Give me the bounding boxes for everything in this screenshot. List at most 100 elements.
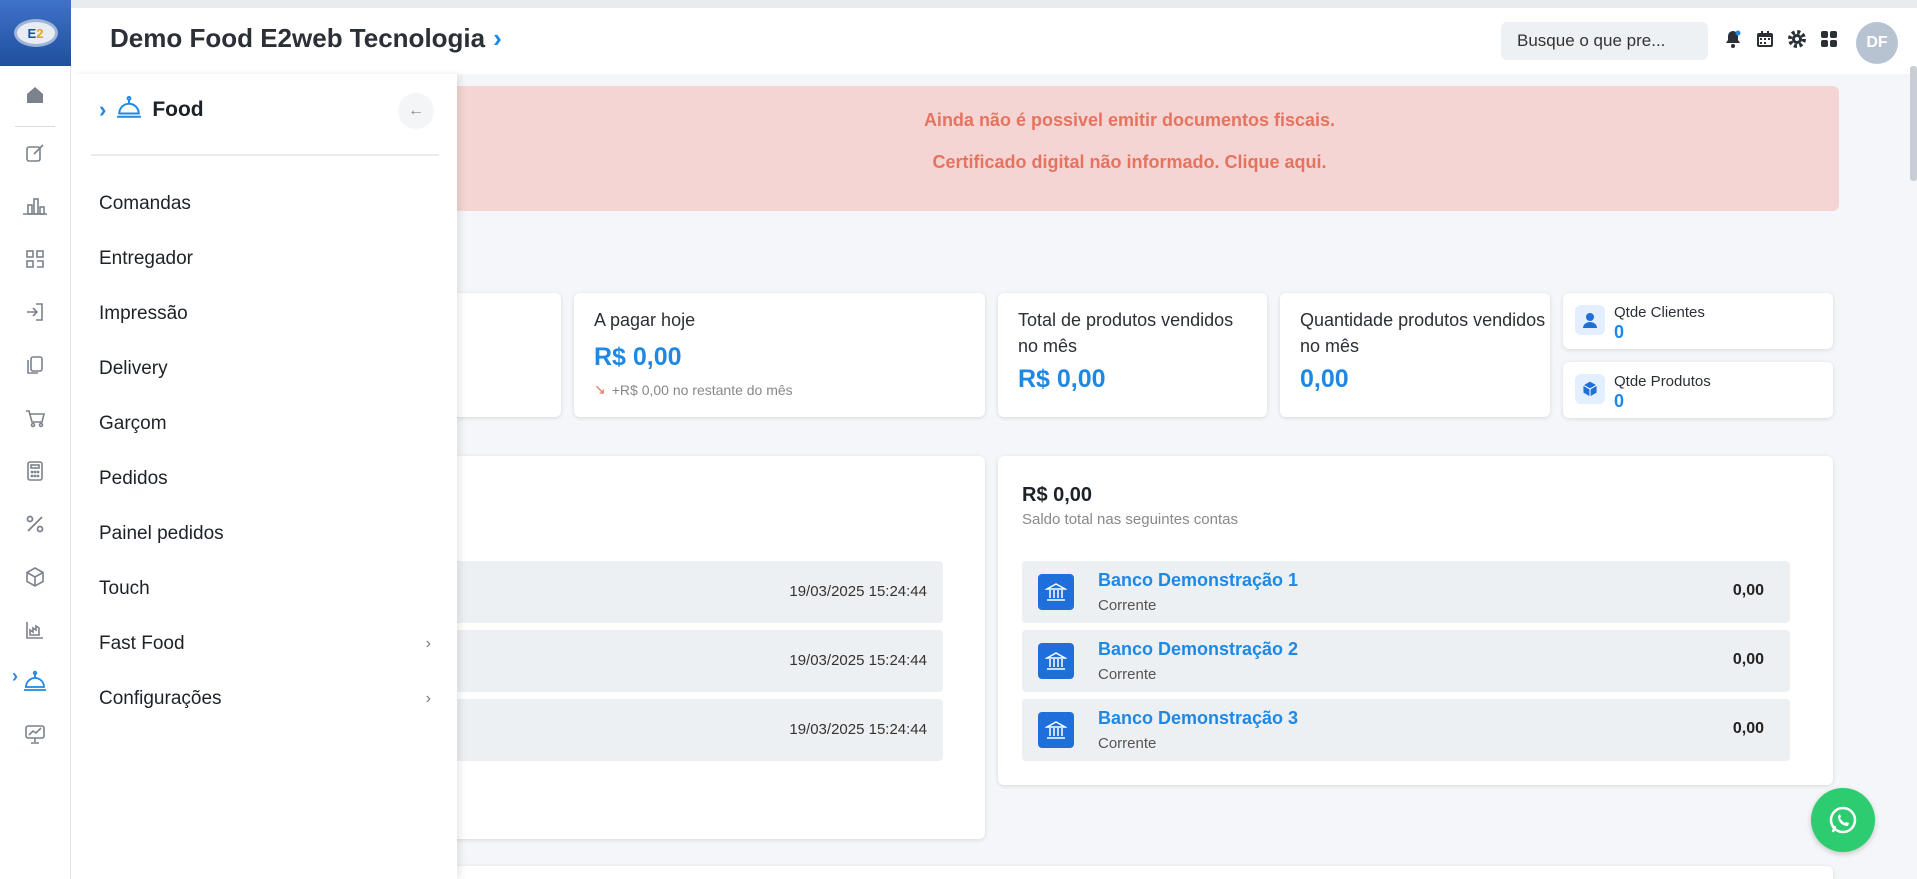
documents-icon[interactable]: [20, 350, 50, 380]
chevron-right-icon: ›: [425, 689, 431, 707]
accounts-card: R$ 0,00 Saldo total nas seguintes contas…: [998, 456, 1833, 785]
apps-grid-icon[interactable]: [1818, 28, 1839, 49]
alert-link[interactable]: Certificado digital não informado. Cliqu…: [420, 152, 1839, 173]
factory-chart-icon[interactable]: [20, 615, 50, 645]
menu-item-label: Fast Food: [99, 632, 185, 654]
header-actions: [1722, 28, 1839, 49]
menu-item-label: Garçom: [99, 412, 167, 434]
stat-card-clientes: Qtde Clientes 0: [1563, 293, 1833, 349]
calendar-icon[interactable]: [1754, 28, 1775, 49]
bank-balance: 0,00: [1732, 582, 1764, 599]
box-icon[interactable]: [20, 562, 50, 592]
menu-item-delivery[interactable]: Delivery: [99, 341, 439, 396]
login-icon[interactable]: [20, 297, 50, 327]
bar-chart-icon[interactable]: [20, 191, 50, 221]
list-item-date: 19/03/2025 15:24:44: [789, 721, 927, 738]
food-menu-panel: › Food ← Comandas Entregador Impressão D…: [71, 74, 457, 879]
chevron-right-icon: ›: [493, 23, 502, 53]
company-title[interactable]: Demo Food E2web Tecnologia ›: [110, 23, 502, 54]
whatsapp-button[interactable]: [1811, 788, 1875, 852]
presentation-chart-icon[interactable]: [20, 719, 50, 749]
whatsapp-icon: [1829, 806, 1857, 834]
stat-card-produtos: Qtde Produtos 0: [1563, 362, 1833, 418]
bank-name[interactable]: Banco Demonstração 1: [1098, 570, 1298, 591]
list-item[interactable]: ão 19/03/2025 15:24:44: [420, 561, 943, 623]
percent-icon[interactable]: [20, 509, 50, 539]
search-input[interactable]: [1501, 22, 1708, 60]
bottom-card-partial: [420, 866, 1833, 879]
panel-menu: Comandas Entregador Impressão Delivery G…: [99, 176, 439, 726]
scrollbar[interactable]: [1910, 66, 1917, 181]
bank-icon: [1038, 712, 1074, 748]
avatar[interactable]: DF: [1856, 22, 1898, 64]
box-icon: [1575, 374, 1605, 404]
stat-title: Qtde Produtos: [1614, 373, 1711, 390]
stat-card-pagar-hoje: A pagar hoje R$ 0,00 ↘ +R$ 0,00 no resta…: [574, 293, 985, 417]
stat-title: Qtde Clientes: [1614, 304, 1705, 321]
bank-row[interactable]: Banco Demonstração 1 Corrente 0,00: [1022, 561, 1790, 623]
stat-value: 0: [1614, 322, 1625, 342]
menu-item-pedidos[interactable]: Pedidos: [99, 451, 439, 506]
menu-item-label: Pedidos: [99, 467, 168, 489]
stat-sub: ↘ +R$ 0,00 no restante do mês: [594, 381, 793, 398]
chevron-right-icon: ›: [99, 97, 107, 122]
bank-balance: 0,00: [1732, 720, 1764, 737]
stat-value: R$ 0,00: [594, 343, 682, 371]
list-item-date: 19/03/2025 15:24:44: [789, 652, 927, 669]
menu-item-comandas[interactable]: Comandas: [99, 176, 439, 231]
panel-title: Food: [152, 98, 204, 121]
gear-icon[interactable]: [1786, 28, 1807, 49]
accounts-total: R$ 0,00: [1022, 484, 1093, 506]
user-icon: [1575, 305, 1605, 335]
menu-item-fast-food[interactable]: Fast Food ›: [99, 616, 439, 671]
accounts-subtitle: Saldo total nas seguintes contas: [1022, 511, 1238, 528]
stat-sub-text: +R$ 0,00 no restante do mês: [611, 381, 793, 398]
trend-down-icon: ↘: [594, 381, 606, 397]
bank-row[interactable]: Banco Demonstração 2 Corrente 0,00: [1022, 630, 1790, 692]
menu-item-garcom[interactable]: Garçom: [99, 396, 439, 451]
menu-item-label: Impressão: [99, 302, 188, 324]
stat-card-total-vendidos: Total de produtos vendidos no mês R$ 0,0…: [998, 293, 1267, 417]
menu-item-label: Entregador: [99, 247, 194, 269]
home-icon[interactable]: [20, 80, 50, 110]
food-bell-icon[interactable]: [20, 666, 50, 696]
cart-icon[interactable]: [20, 403, 50, 433]
collapse-panel-button[interactable]: ←: [398, 93, 434, 129]
menu-item-entregador[interactable]: Entregador: [99, 231, 439, 286]
menu-item-touch[interactable]: Touch: [99, 561, 439, 616]
stat-value: 0: [1614, 391, 1625, 411]
bell-icon[interactable]: [1722, 28, 1743, 49]
panel-divider: [91, 154, 439, 156]
rail-divider: [15, 126, 55, 127]
chevron-right-icon: ›: [425, 634, 431, 652]
list-item-date: 19/03/2025 15:24:44: [789, 583, 927, 600]
stat-value: 0,00: [1300, 365, 1349, 393]
menu-item-painel-pedidos[interactable]: Painel pedidos: [99, 506, 439, 561]
alert-message: Ainda não é possivel emitir documentos f…: [923, 110, 1336, 130]
bank-type: Corrente: [1098, 597, 1157, 614]
stat-title: Quantidade produtos vendidos no mês: [1300, 310, 1546, 356]
menu-item-impressao[interactable]: Impressão: [99, 286, 439, 341]
bank-row[interactable]: Banco Demonstração 3 Corrente 0,00: [1022, 699, 1790, 761]
top-bar: Demo Food E2web Tecnologia › DF: [0, 0, 1917, 74]
qr-scan-icon[interactable]: [20, 244, 50, 274]
bank-name[interactable]: Banco Demonstração 2: [1098, 639, 1298, 660]
app-logo[interactable]: E2: [0, 0, 71, 66]
bank-type: Corrente: [1098, 666, 1157, 683]
edit-icon[interactable]: [20, 138, 50, 168]
fiscal-alert[interactable]: Ainda não é possivel emitir documentos f…: [420, 86, 1839, 211]
bank-type: Corrente: [1098, 735, 1157, 752]
panel-header: › Food: [99, 94, 204, 126]
menu-item-label: Touch: [99, 577, 150, 599]
menu-item-configuracoes[interactable]: Configurações ›: [99, 671, 439, 726]
stat-card-qtd-vendidos: Quantidade produtos vendidos no mês 0,00: [1280, 293, 1550, 417]
list-item[interactable]: ão 19/03/2025 15:24:44: [420, 630, 943, 692]
menu-item-label: Comandas: [99, 192, 191, 214]
calculator-icon[interactable]: [20, 456, 50, 486]
bank-balance: 0,00: [1732, 651, 1764, 668]
menu-item-label: Delivery: [99, 357, 168, 379]
list-item[interactable]: ão 19/03/2025 15:24:44: [420, 699, 943, 761]
bank-name[interactable]: Banco Demonstração 3: [1098, 708, 1298, 729]
company-name: Demo Food E2web Tecnologia: [110, 23, 486, 53]
logo-mark: E2: [13, 19, 58, 47]
